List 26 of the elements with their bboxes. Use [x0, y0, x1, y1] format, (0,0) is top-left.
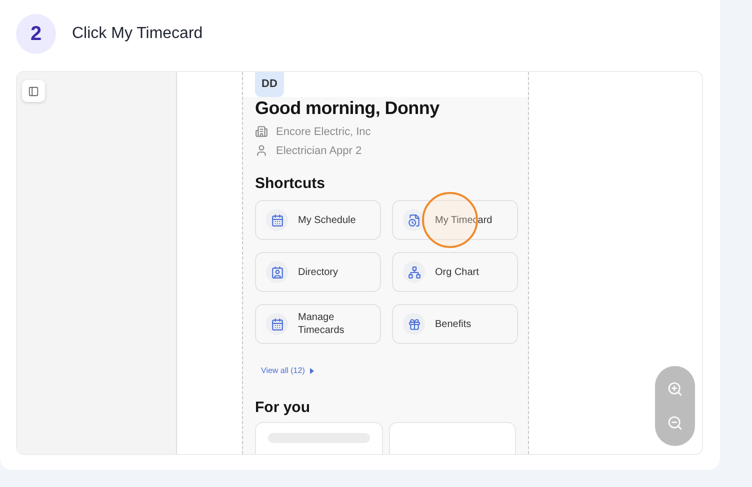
shortcut-card[interactable]: Benefits [392, 304, 518, 344]
user-icon [255, 144, 268, 157]
building-icon [255, 125, 268, 138]
shortcut-card[interactable]: My Schedule [255, 200, 381, 240]
calendar-icon [266, 209, 288, 231]
sidebar-toggle-button[interactable] [22, 80, 45, 102]
section-title: Shortcuts [255, 175, 326, 192]
shortcut-card[interactable]: Manage Timecards [255, 304, 381, 344]
step-title: Click My Timecard [72, 25, 203, 43]
calendar-icon [266, 313, 288, 335]
zoom-out-button[interactable] [667, 415, 683, 431]
role-name: Electrician Appr 2 [276, 144, 362, 156]
panel-icon [28, 86, 39, 96]
section-title: For you [255, 399, 311, 416]
contact-book-icon [266, 261, 288, 283]
view-all-link[interactable]: View all (12) [261, 366, 516, 375]
timecard-icon [403, 209, 425, 231]
shortcut-card[interactable]: Directory [255, 252, 381, 292]
company-name: Encore Electric, Inc [276, 126, 371, 138]
zoom-in-button[interactable] [667, 381, 683, 397]
shortcut-card[interactable]: Org Chart [392, 252, 518, 292]
step-number: 2 [16, 14, 56, 54]
avatar: DD [255, 72, 284, 97]
org-chart-icon [403, 261, 425, 283]
greeting: Good morning, Donny [255, 98, 440, 119]
gift-icon [403, 313, 425, 335]
